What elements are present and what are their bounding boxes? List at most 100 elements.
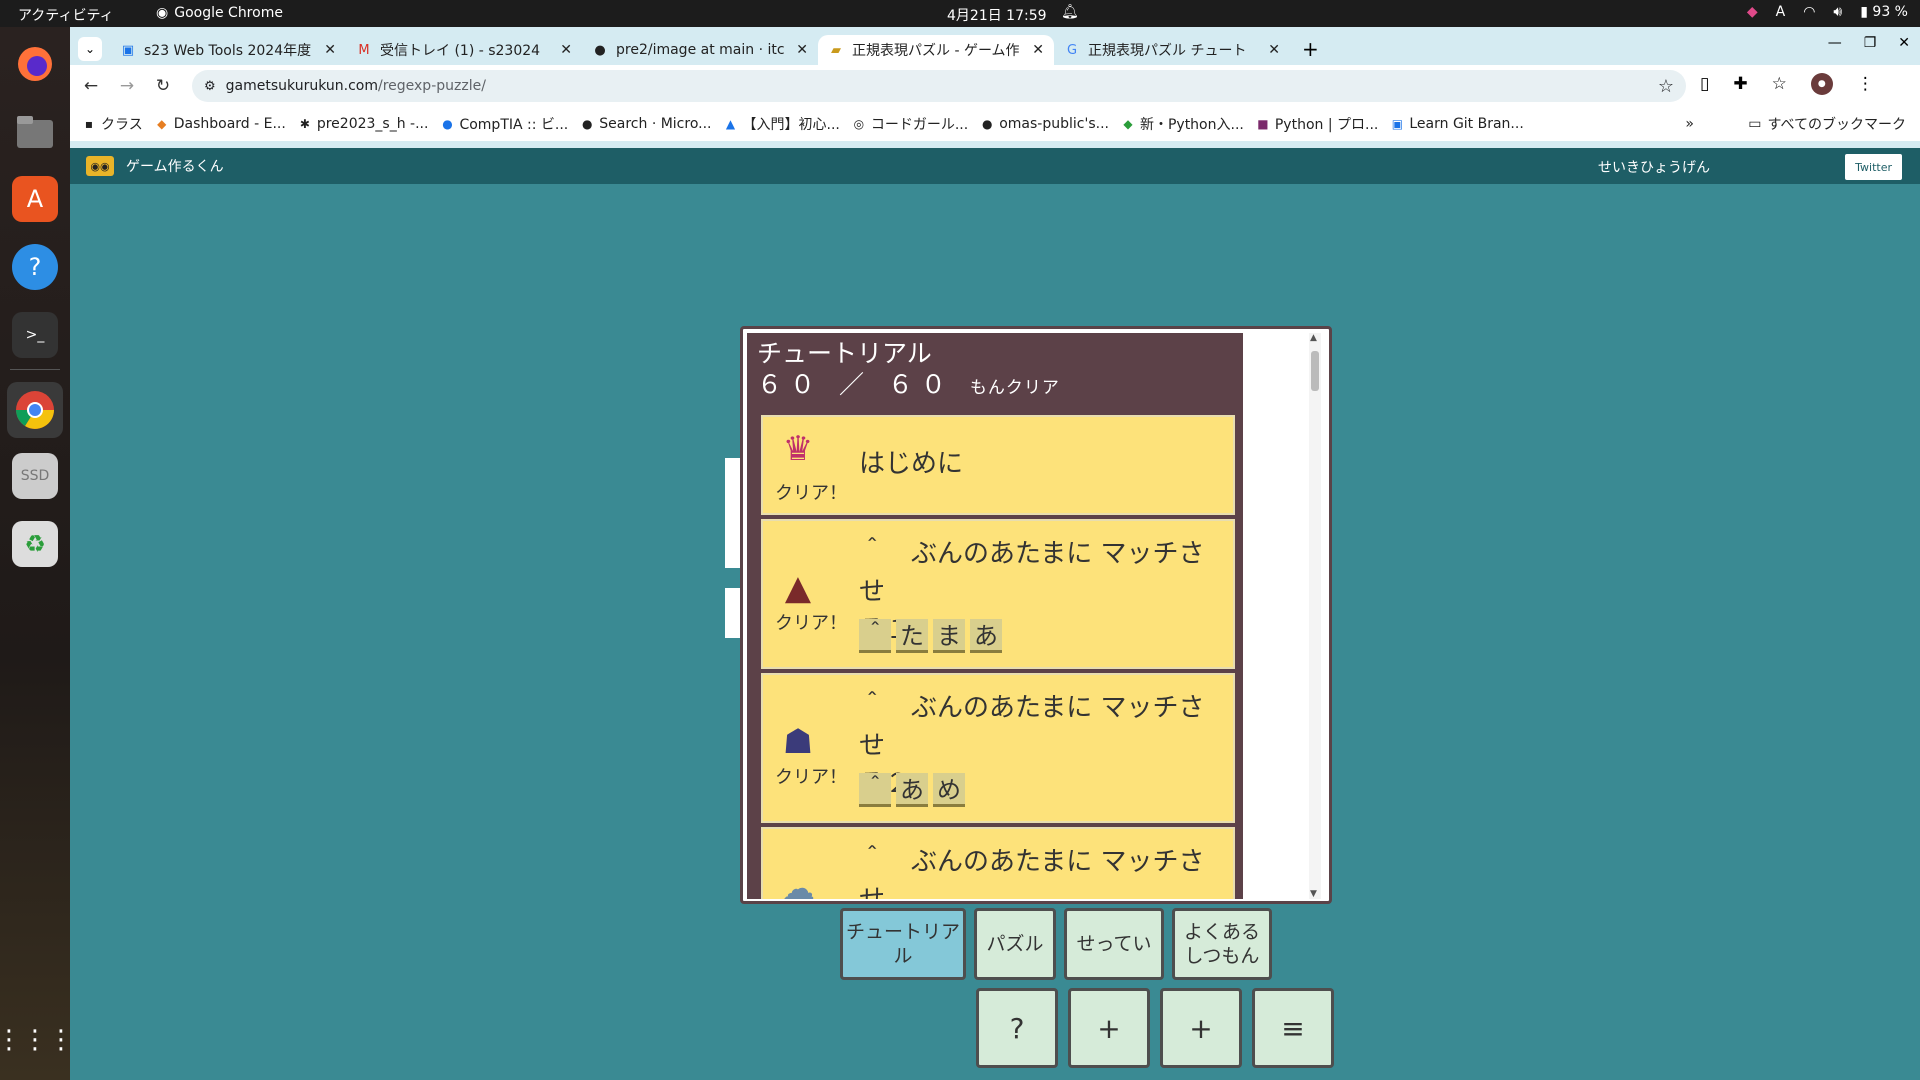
bookmark-item[interactable]: ● omas-public's... [980, 116, 1109, 132]
faq-button[interactable]: よくある しつもん [1172, 908, 1272, 980]
puzzle-button[interactable]: パズル [974, 908, 1056, 980]
tab-3[interactable]: ▰ 正規表現パズル - ゲーム作 ✕ [818, 35, 1054, 65]
close-icon[interactable]: ✕ [1268, 42, 1280, 58]
chip-row: ＾ た ま あ [859, 619, 1007, 653]
chrome-icon[interactable] [7, 382, 63, 438]
bookmark-label: omas-public's... [999, 116, 1109, 132]
regex-chip: ＾ [859, 619, 891, 653]
site-name[interactable]: ゲーム作るくん [126, 156, 224, 176]
regexp-link[interactable]: せいきひょうげん [1598, 157, 1710, 177]
card-title-line: ＾ ぶんのあたまに マッチさせ [859, 693, 1205, 761]
app-menu[interactable]: ◉ Google Chrome [156, 5, 283, 21]
avatar[interactable]: ● [1810, 73, 1833, 95]
bookmarks-icon[interactable]: ☆ [1772, 74, 1787, 94]
bookmark-item[interactable]: ◎ コードガール... [852, 114, 969, 134]
regex-chip: あ [970, 619, 1002, 653]
close-icon[interactable]: ✕ [1032, 42, 1044, 58]
bookmark-item[interactable]: ▣ Learn Git Bran... [1390, 116, 1524, 132]
bookmark-item[interactable]: ● Search · Micro... [580, 116, 711, 132]
zoom-in-button[interactable]: + [1068, 988, 1150, 1068]
bookmark-label: Learn Git Bran... [1409, 116, 1524, 132]
bookmark-icon: ▣ [1391, 117, 1404, 131]
app-grid-icon[interactable]: ⋮⋮⋮ [0, 1017, 74, 1063]
card-title-line: ＾ ぶんのあたまに マッチさせ [859, 847, 1205, 899]
dock: A ? >_ SSD ♻ ⋮⋮⋮ [0, 27, 74, 1080]
new-tab-button[interactable]: + [1302, 37, 1319, 61]
tab-0[interactable]: ▣ s23 Web Tools 2024年度 ✕ [110, 35, 346, 65]
back-icon[interactable]: ← [76, 76, 106, 96]
scroll-up-icon[interactable]: ▲ [1310, 333, 1317, 343]
ssd-icon[interactable]: SSD [12, 453, 58, 499]
add-button[interactable]: + [1160, 988, 1242, 1068]
github-icon: ● [582, 117, 593, 131]
activities-button[interactable]: アクティビティ [18, 5, 114, 25]
tab-title: pre2/image at main · itc [616, 42, 785, 58]
progress-count: ６０ ／ ６０ [757, 370, 954, 399]
scroll-down-icon[interactable]: ▼ [1310, 889, 1317, 899]
terminal-icon[interactable]: >_ [12, 312, 58, 358]
restore-icon[interactable]: ❐ [1864, 35, 1877, 51]
forward-icon[interactable]: → [112, 76, 142, 96]
menu-button[interactable]: ≡ [1252, 988, 1334, 1068]
tutorial-card[interactable]: ☁ ＾ ぶんのあたまに マッチさせる３ [761, 827, 1235, 899]
clock[interactable]: 4月21日 17:59 [947, 5, 1047, 25]
tab-title: s23 Web Tools 2024年度 [144, 43, 312, 59]
scrollbar[interactable]: ▲ ▼ [1309, 333, 1321, 899]
browser-window: ⌄ ▣ s23 Web Tools 2024年度 ✕ M 受信トレイ (1) - s2… [70, 27, 1920, 148]
firefox-icon[interactable] [12, 41, 58, 87]
reload-icon[interactable]: ↻ [148, 76, 178, 96]
bookmark-item[interactable]: ✱ pre2023_s_h -... [298, 116, 429, 132]
panel-header: チュートリアル ６０ ／ ６０ もんクリア [747, 333, 1243, 404]
address-bar[interactable]: ⚙ gametsukurukun.com/regexp-puzzle/ ☆ [192, 70, 1686, 102]
bookmark-label: Search · Micro... [599, 116, 712, 132]
tab-title: 受信トレイ (1) - s23024 [380, 43, 541, 59]
reading-icon[interactable]: ▯ [1700, 74, 1709, 94]
bookmark-label: 【入門】初心... [742, 117, 840, 133]
regex-chip: ＾ [859, 773, 891, 807]
ghost-icon: ☁ [781, 869, 815, 899]
tab-search-icon[interactable]: ⌄ [78, 37, 102, 61]
minimize-icon[interactable]: — [1828, 35, 1842, 51]
twitter-button[interactable]: Twitter [1845, 154, 1902, 180]
game-icon: ▰ [831, 42, 841, 58]
tutorial-card[interactable]: ☗ クリア！ ＾ ぶんのあたまに マッチさせる２ ＾ あ め [761, 673, 1235, 823]
settings-button[interactable]: せってい [1064, 908, 1164, 980]
help-button[interactable]: ? [976, 988, 1058, 1068]
close-window-icon[interactable]: ✕ [1898, 35, 1910, 51]
extensions-icon[interactable]: ✚ [1733, 74, 1747, 94]
url-path: /regexp-puzzle/ [377, 78, 486, 94]
all-bookmarks[interactable]: ▭ すべてのブックマーク [1748, 114, 1906, 134]
system-tray[interactable]: ◆ A ◠ 🔊︎ ▮ 93 % [1747, 4, 1908, 20]
site-info-icon[interactable]: ⚙ [204, 79, 216, 94]
site-logo-icon[interactable]: ◉◉ [86, 156, 114, 176]
bookmark-star-icon[interactable]: ☆ [1658, 76, 1674, 97]
tab-4[interactable]: G 正規表現パズル チュート ✕ [1054, 35, 1290, 65]
tutorial-button[interactable]: チュートリアル [840, 908, 966, 980]
progress-line: ６０ ／ ６０ もんクリア [757, 369, 1233, 404]
tutorial-card[interactable]: ♛ クリア！ はじめに [761, 415, 1235, 515]
input-method[interactable]: A [1776, 4, 1786, 20]
bookmark-item[interactable]: ■ Python | プロ... [1256, 114, 1378, 134]
help-icon[interactable]: ? [12, 244, 58, 290]
toolbar: ← → ↻ ⚙ gametsukurukun.com/regexp-puzzle… [70, 65, 1920, 107]
close-icon[interactable]: ✕ [560, 42, 572, 58]
tab-1[interactable]: M 受信トレイ (1) - s23024 ✕ [346, 35, 582, 65]
bookmark-item[interactable]: ▲ 【入門】初心... [724, 114, 840, 134]
app-center-icon[interactable]: A [12, 176, 58, 222]
tutorial-card[interactable]: ▲ クリア！ ＾ ぶんのあたまに マッチさせる１ ＾ た ま あ [761, 519, 1235, 669]
bookmark-item[interactable]: ▪ クラス [82, 114, 143, 134]
trash-icon[interactable]: ♻ [12, 521, 58, 567]
bookmark-item[interactable]: ● CompTIA :: ビ... [440, 114, 568, 134]
regex-chip: た [896, 619, 928, 653]
github-icon: ● [981, 117, 993, 131]
bookmarks-overflow-icon[interactable]: » [1685, 116, 1694, 132]
scrollbar-thumb[interactable] [1311, 351, 1319, 391]
bookmark-item[interactable]: ◆ 新・Python入... [1121, 114, 1244, 134]
bookmark-item[interactable]: ◆ Dashboard - E... [155, 116, 286, 132]
bookmark-label: クラス [101, 117, 143, 133]
close-icon[interactable]: ✕ [796, 42, 808, 58]
tab-2[interactable]: ● pre2/image at main · itc ✕ [582, 35, 818, 65]
close-icon[interactable]: ✕ [324, 42, 336, 58]
files-icon[interactable] [12, 109, 58, 155]
more-menu-icon[interactable]: ⋮ [1857, 74, 1874, 94]
